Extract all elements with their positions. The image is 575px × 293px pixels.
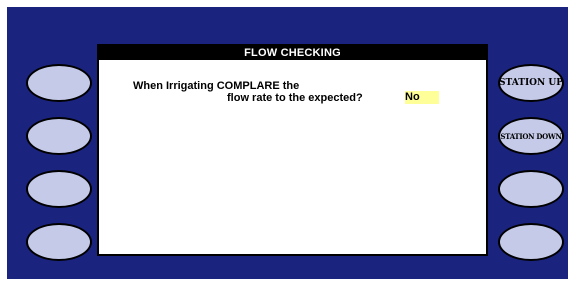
left-soft-key-1[interactable] [26,64,92,102]
answer-field[interactable]: No [405,91,439,104]
station-up-label: STATION UP [499,78,563,88]
right-soft-key-4[interactable] [498,223,564,261]
station-down-label: STATION DOWN [500,131,562,141]
station-down-button[interactable]: STATION DOWN [498,117,564,155]
lcd-screen: FLOW CHECKING When Irrigating COMPLARE t… [97,44,488,256]
left-soft-key-2[interactable] [26,117,92,155]
controller-panel: FLOW CHECKING When Irrigating COMPLARE t… [7,7,568,279]
screen-title: FLOW CHECKING [99,46,486,60]
prompt-line-1: When Irrigating COMPLARE the [133,80,300,92]
station-up-button[interactable]: STATION UP [498,64,564,102]
left-soft-key-3[interactable] [26,170,92,208]
prompt-line-2: flow rate to the expected? [227,92,363,104]
right-soft-key-3[interactable] [498,170,564,208]
left-soft-key-4[interactable] [26,223,92,261]
